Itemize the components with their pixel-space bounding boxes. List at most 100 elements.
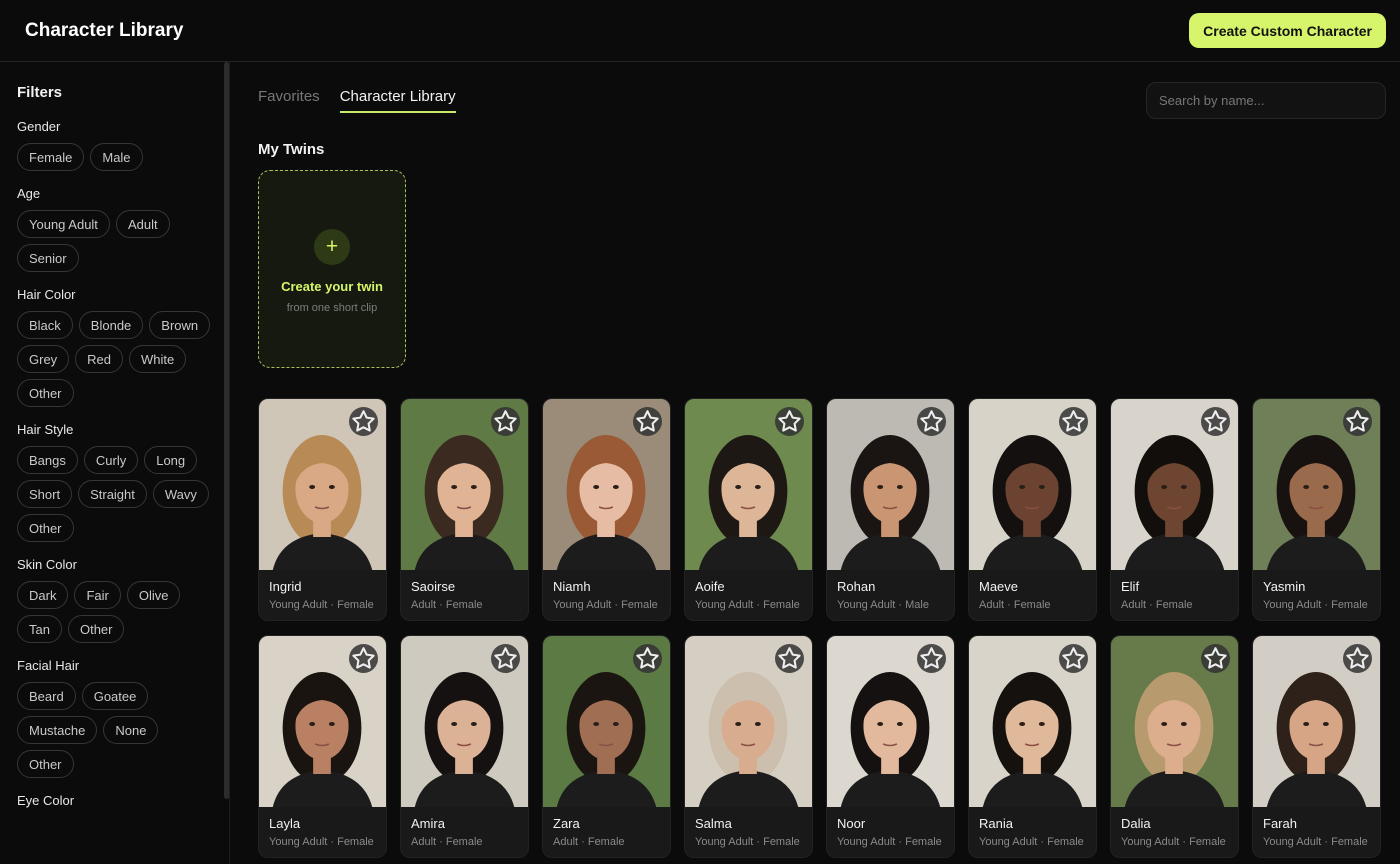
filter-chip-short[interactable]: Short	[17, 480, 73, 508]
filter-chip-grey[interactable]: Grey	[17, 345, 70, 373]
character-portrait[interactable]	[827, 636, 954, 807]
filter-group-title: Facial Hair	[17, 658, 80, 673]
filter-chip-olive[interactable]: Olive	[126, 581, 181, 609]
filter-chip-curly[interactable]: Curly	[83, 446, 139, 474]
filter-chip-adult[interactable]: Adult	[115, 210, 170, 238]
filter-chip-long[interactable]: Long	[144, 446, 198, 474]
character-portrait[interactable]	[401, 399, 528, 570]
filter-chip-fair[interactable]: Fair	[74, 581, 121, 609]
favorite-star-button[interactable]	[1343, 644, 1372, 673]
character-portrait[interactable]	[969, 399, 1096, 570]
filter-chip-male[interactable]: Male	[90, 143, 143, 171]
filter-chip-blonde[interactable]: Blonde	[78, 311, 144, 339]
filter-chip-other[interactable]: Other	[17, 514, 74, 542]
favorite-star-button[interactable]	[633, 644, 662, 673]
create-twin-card[interactable]: + Create your twin from one short clip	[258, 170, 406, 368]
star-icon	[1346, 647, 1369, 669]
favorite-star-button[interactable]	[633, 407, 662, 436]
character-name: Layla	[269, 816, 301, 831]
favorite-star-button[interactable]	[917, 644, 946, 673]
favorite-star-button[interactable]	[491, 407, 520, 436]
tab-character-library[interactable]: Character Library	[339, 88, 456, 113]
character-portrait[interactable]	[685, 636, 812, 807]
filter-group-facial-hair: Facial Hair Beard Goatee Mustache None Other	[17, 658, 213, 778]
character-meta: Adult · Female	[553, 836, 625, 848]
character-portrait[interactable]	[969, 636, 1096, 807]
character-card[interactable]: Niamh Young Adult · Female	[542, 398, 671, 621]
favorite-star-button[interactable]	[1201, 407, 1230, 436]
character-card[interactable]: Aoife Young Adult · Female	[684, 398, 813, 621]
character-portrait[interactable]	[543, 636, 670, 807]
character-card[interactable]: Maeve Adult · Female	[968, 398, 1097, 621]
filter-chip-female[interactable]: Female	[17, 143, 85, 171]
filter-chip-other[interactable]: Other	[67, 615, 125, 643]
filter-chip-red[interactable]: Red	[75, 345, 124, 373]
favorite-star-button[interactable]	[1201, 644, 1230, 673]
create-custom-character-button[interactable]: Create Custom Character	[1189, 13, 1386, 48]
filter-chip-beard[interactable]: Beard	[17, 682, 76, 710]
character-card[interactable]: Dalia Young Adult · Female	[1110, 635, 1239, 858]
filter-chip-mustache[interactable]: Mustache	[17, 716, 98, 744]
star-icon	[1204, 410, 1227, 432]
character-portrait[interactable]	[1111, 636, 1238, 807]
character-portrait[interactable]	[1253, 636, 1380, 807]
character-portrait[interactable]	[827, 399, 954, 570]
favorite-star-button[interactable]	[1059, 644, 1088, 673]
tab-favorites[interactable]: Favorites	[258, 88, 320, 113]
filter-chip-wavy[interactable]: Wavy	[152, 480, 209, 508]
character-card[interactable]: Farah Young Adult · Female	[1252, 635, 1381, 858]
filter-chips: Dark Fair Olive Tan Other	[17, 581, 213, 643]
filter-chip-other[interactable]: Other	[17, 750, 74, 778]
character-grid: Ingrid Young Adult · Female Saoirse Adult ·…	[258, 398, 1381, 858]
character-card[interactable]: Ingrid Young Adult · Female	[258, 398, 387, 621]
filter-chip-black[interactable]: Black	[17, 311, 73, 339]
filter-chip-other[interactable]: Other	[17, 379, 74, 407]
filter-chip-senior[interactable]: Senior	[17, 244, 79, 272]
character-card[interactable]: Zara Adult · Female	[542, 635, 671, 858]
favorite-star-button[interactable]	[917, 407, 946, 436]
search-input[interactable]	[1146, 82, 1386, 119]
character-card[interactable]: Yasmin Young Adult · Female	[1252, 398, 1381, 621]
filter-chip-straight[interactable]: Straight	[78, 480, 147, 508]
tab-bar: Favorites Character Library	[258, 88, 456, 113]
favorite-star-button[interactable]	[349, 644, 378, 673]
favorite-star-button[interactable]	[349, 407, 378, 436]
star-icon	[494, 410, 517, 432]
filter-chip-goatee[interactable]: Goatee	[81, 682, 149, 710]
character-name: Saoirse	[411, 579, 456, 594]
filter-group-gender: Gender Female Male	[17, 119, 213, 171]
character-portrait[interactable]	[401, 636, 528, 807]
character-card[interactable]: Layla Young Adult · Female	[258, 635, 387, 858]
character-portrait[interactable]	[259, 399, 386, 570]
favorite-star-button[interactable]	[1343, 407, 1372, 436]
favorite-star-button[interactable]	[775, 407, 804, 436]
character-portrait[interactable]	[259, 636, 386, 807]
character-card[interactable]: Rohan Young Adult · Male	[826, 398, 955, 621]
character-card[interactable]: Rania Young Adult · Female	[968, 635, 1097, 858]
sidebar-scrollbar[interactable]	[224, 62, 229, 799]
filter-chip-none[interactable]: None	[103, 716, 159, 744]
character-meta: Young Adult · Female	[837, 836, 942, 848]
character-card[interactable]: Amira Adult · Female	[400, 635, 529, 858]
character-portrait[interactable]	[1111, 399, 1238, 570]
character-card[interactable]: Elif Adult · Female	[1110, 398, 1239, 621]
character-card[interactable]: Saoirse Adult · Female	[400, 398, 529, 621]
filter-chip-tan[interactable]: Tan	[17, 615, 62, 643]
filter-chip-dark[interactable]: Dark	[17, 581, 69, 609]
filter-chips: Beard Goatee Mustache None Other	[17, 682, 213, 778]
favorite-star-button[interactable]	[775, 644, 804, 673]
filter-chip-brown[interactable]: Brown	[149, 311, 211, 339]
character-portrait[interactable]	[543, 399, 670, 570]
character-portrait[interactable]	[1253, 399, 1380, 570]
favorite-star-button[interactable]	[491, 644, 520, 673]
create-twin-title: Create your twin	[281, 278, 383, 294]
filter-chip-young-adult[interactable]: Young Adult	[17, 210, 110, 238]
character-portrait[interactable]	[685, 399, 812, 570]
character-name: Rania	[979, 816, 1013, 831]
character-card[interactable]: Salma Young Adult · Female	[684, 635, 813, 858]
character-card[interactable]: Noor Young Adult · Female	[826, 635, 955, 858]
filter-chip-bangs[interactable]: Bangs	[17, 446, 78, 474]
favorite-star-button[interactable]	[1059, 407, 1088, 436]
filters-sidebar: Filters Gender Female Male Age Young Adult Ad…	[0, 62, 230, 864]
filter-chip-white[interactable]: White	[129, 345, 187, 373]
